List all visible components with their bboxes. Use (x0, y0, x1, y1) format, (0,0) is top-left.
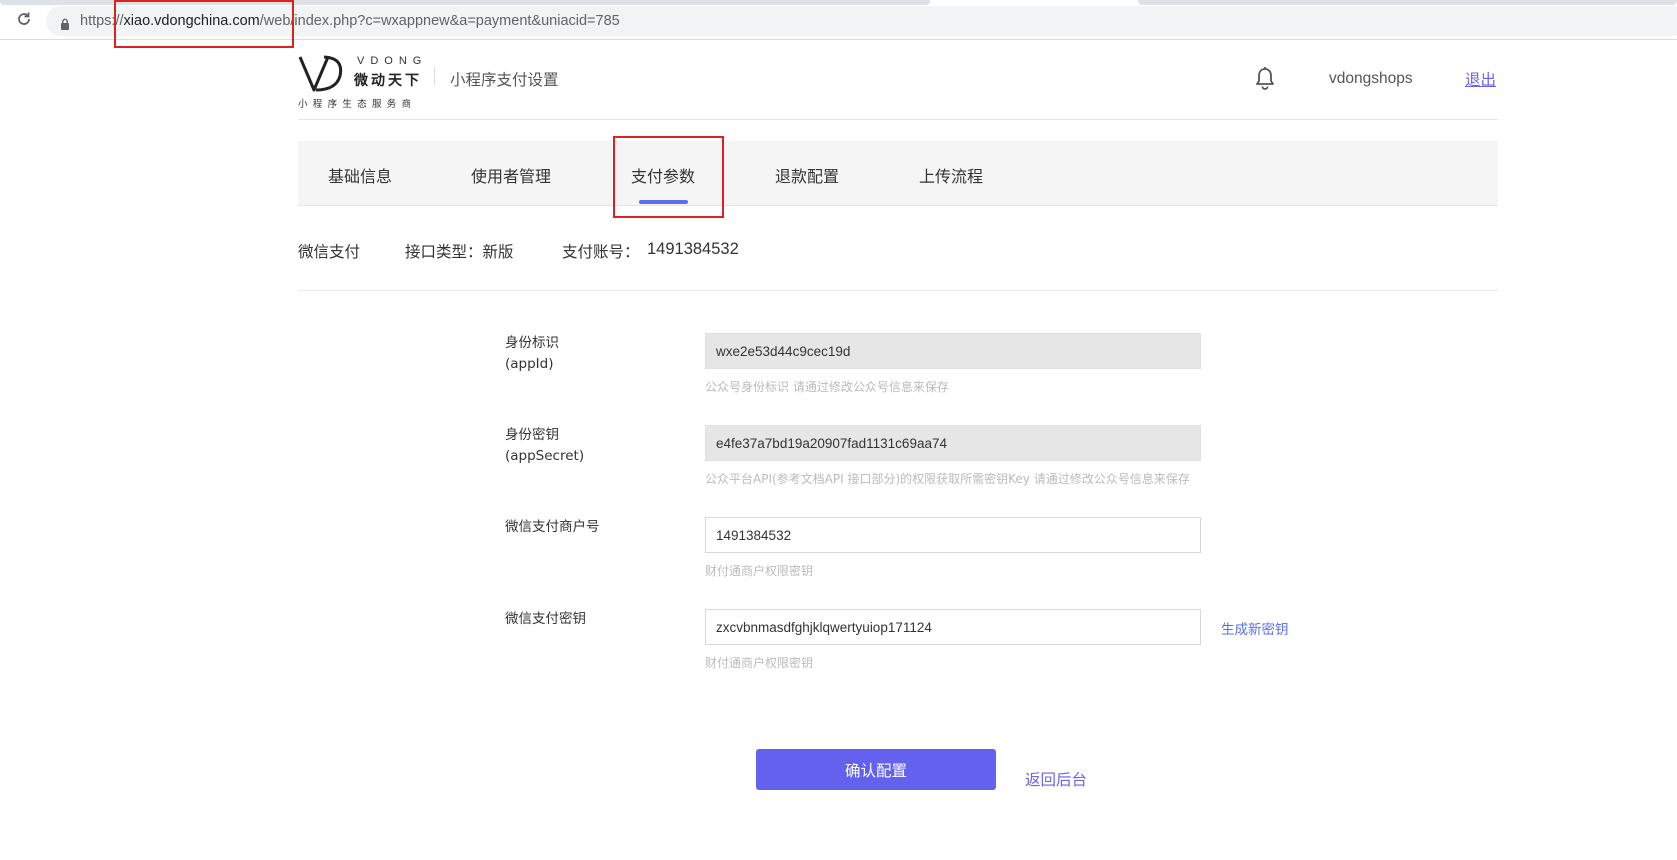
mchid-help: 财付通商户权限密钥 (705, 564, 814, 578)
url-path: /web/index.php?c=wxappnew&a=payment&unia… (259, 13, 620, 29)
appsecret-input[interactable] (705, 425, 1201, 461)
appid-input[interactable] (705, 333, 1201, 369)
browser-toolbar: https://xiao.vdongchina.com/web/index.ph… (0, 0, 1677, 40)
account-label: 支付账号： (562, 243, 640, 261)
url-text[interactable]: https://xiao.vdongchina.com/web/index.ph… (80, 11, 620, 31)
url-host: xiao.vdongchina.com (123, 13, 260, 29)
appsecret-label: 身份密钥 (appSecret) (505, 425, 665, 467)
vdong-logo[interactable]: VDONG 微动天下 小程序生态服务商 (298, 54, 428, 110)
mchid-label: 微信支付商户号 (505, 519, 600, 535)
appid-label: 身份标识 (appId) (505, 333, 665, 375)
tab-refund-config[interactable]: 退款配置 (775, 163, 839, 187)
logo-en: VDONG (357, 55, 428, 67)
appid-help: 公众号身份标识 请通过修改公众号信息来保存 (705, 380, 949, 394)
account-value: 1491384532 (647, 240, 739, 258)
tab-basic-info[interactable]: 基础信息 (328, 163, 392, 187)
tab-user-management[interactable]: 使用者管理 (471, 163, 551, 187)
settings-tabs: 基础信息 使用者管理 支付参数 退款配置 上传流程 (298, 141, 1498, 206)
paykey-help: 财付通商户权限密钥 (705, 656, 814, 670)
logo-mark-icon (298, 55, 343, 92)
back-to-admin-link[interactable]: 返回后台 (1025, 768, 1087, 790)
logo-subtitle: 小程序生态服务商 (298, 99, 417, 110)
tab-upload-flow[interactable]: 上传流程 (919, 163, 983, 187)
logout-link[interactable]: 退出 (1465, 68, 1496, 90)
active-tab-indicator (639, 200, 688, 204)
username[interactable]: vdongshops (1329, 70, 1413, 88)
appsecret-help: 公众平台API(参考文档API 接口部分)的权限获取所需密钥Key 请通过修改公… (705, 472, 1190, 486)
interface-type: 接口类型：新版 (405, 243, 514, 261)
header-divider (434, 66, 435, 86)
tab-payment-params[interactable]: 支付参数 (631, 163, 695, 187)
appid-label-cn: 身份标识 (505, 335, 559, 351)
url-scheme: https:// (80, 13, 124, 29)
reload-icon[interactable] (14, 11, 34, 31)
paykey-input[interactable] (705, 609, 1201, 645)
address-bar[interactable]: https://xiao.vdongchina.com/web/index.ph… (46, 6, 1677, 36)
logo-cn: 微动天下 (354, 73, 422, 89)
paykey-label: 微信支付密钥 (505, 611, 586, 627)
section-divider (298, 290, 1498, 291)
generate-key-link[interactable]: 生成新密钥 (1221, 618, 1289, 638)
browser-tab[interactable] (1138, 0, 1677, 5)
lock-icon (60, 15, 70, 30)
page-title: 小程序支付设置 (450, 71, 559, 89)
site-header: VDONG 微动天下 小程序生态服务商 小程序支付设置 vdongshops 退… (298, 40, 1498, 120)
confirm-config-button[interactable]: 确认配置 (756, 749, 996, 790)
appsecret-label-en: (appSecret) (505, 448, 585, 464)
appid-label-en: (appId) (505, 356, 554, 372)
bell-icon[interactable] (1254, 66, 1276, 90)
appsecret-label-cn: 身份密钥 (505, 427, 559, 443)
payment-method: 微信支付 (298, 243, 361, 261)
mchid-input[interactable] (705, 517, 1201, 553)
browser-tab[interactable] (0, 0, 930, 5)
